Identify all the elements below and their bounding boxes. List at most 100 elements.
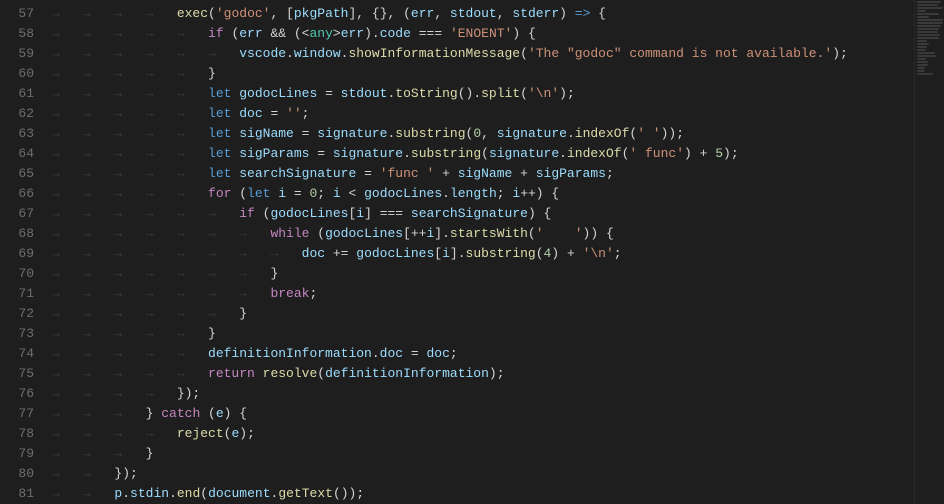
code-line[interactable]: → → → → → → → break; [52,284,914,304]
token-punc: ], {}, ( [348,4,410,24]
token-punc: === [411,24,450,44]
whitespace-indent: → → [52,464,114,484]
token-punc: . [442,184,450,204]
code-line[interactable]: → → → → → return resolve(definitionInfor… [52,364,914,384]
minimap-line [917,22,943,24]
code-line[interactable]: → → → → → let searchSignature = 'func ' … [52,164,914,184]
code-area[interactable]: → → → → exec('godoc', [pkgPath], {}, (er… [52,0,914,504]
token-var: doc [302,244,325,264]
token-kw: let [208,124,231,144]
code-line[interactable]: → → → → → → } [52,304,914,324]
code-line[interactable]: → → → → → if (err && (<any>err).code ===… [52,24,914,44]
whitespace-indent: → → → → → [52,104,208,124]
token-plain [231,84,239,104]
token-var: stdout [341,84,388,104]
token-kw-ret: catch [161,404,200,424]
line-number: 57 [0,4,52,24]
token-punc: ( [481,144,489,164]
line-number: 72 [0,304,52,324]
token-punc: ( [629,124,637,144]
token-kw-ret: if [208,24,224,44]
line-number: 60 [0,64,52,84]
token-punc: ( [466,124,474,144]
code-line[interactable]: → → → → → let godocLines = stdout.toStri… [52,84,914,104]
code-line[interactable]: → → → → → → → → doc += godocLines[i].sub… [52,244,914,264]
token-var: i [442,244,450,264]
minimap-line [917,4,938,6]
token-kw-ret: if [239,204,255,224]
minimap-line [917,67,925,69]
minimap-line [917,58,926,60]
line-number: 67 [0,204,52,224]
code-line[interactable]: → → → → reject(e); [52,424,914,444]
token-var: window [294,44,341,64]
code-editor[interactable]: 5758596061626364656667686970717273747576… [0,0,944,504]
code-line[interactable]: → → → → → let doc = ''; [52,104,914,124]
token-punc: ( [255,204,271,224]
token-punc: ; [450,344,458,364]
token-punc: ) { [512,24,535,44]
code-line[interactable]: → → p.stdin.end(document.getText()); [52,484,914,504]
token-punc: ( [224,424,232,444]
token-kw: let [208,144,231,164]
line-number: 63 [0,124,52,144]
minimap-line [917,10,926,12]
minimap[interactable] [914,0,944,504]
code-line[interactable]: → → → → → } [52,64,914,84]
line-number: 75 [0,364,52,384]
code-line[interactable]: → → → → → definitionInformation.doc = do… [52,344,914,364]
token-punc: }); [177,384,200,404]
minimap-line [917,19,943,21]
whitespace-indent: → → → → → → [52,204,239,224]
token-var: godocLines [239,84,317,104]
token-punc: . [567,124,575,144]
code-line[interactable]: → → → → → let sigParams = signature.subs… [52,144,914,164]
token-punc: ); [239,424,255,444]
token-punc: ) + [551,244,582,264]
token-fn: substring [411,144,481,164]
token-var: i [426,224,434,244]
code-line[interactable]: → → → } catch (e) { [52,404,914,424]
minimap-line [917,46,927,48]
token-str: 'The "godoc" command is not available.' [528,44,832,64]
code-line[interactable]: → → → → → → → while (godocLines[++i].sta… [52,224,914,244]
token-fn: reject [177,424,224,444]
token-punc: , [434,4,450,24]
whitespace-indent: → → → → → [52,124,208,144]
code-line[interactable]: → → → → → → → } [52,264,914,284]
token-kw: let [208,84,231,104]
token-kw-ret: return [208,364,255,384]
token-var: stderr [512,4,559,24]
token-plain [231,164,239,184]
whitespace-indent: → → → → → [52,84,208,104]
whitespace-indent: → → → [52,404,146,424]
token-var: document [208,484,270,504]
line-number: 73 [0,324,52,344]
token-var: doc [239,104,262,124]
code-line[interactable]: → → → → → } [52,324,914,344]
token-punc: > [333,24,341,44]
minimap-line [917,52,935,54]
whitespace-indent: → → → → [52,424,177,444]
line-number: 81 [0,484,52,504]
token-var: i [512,184,520,204]
token-var: searchSignature [239,164,356,184]
code-line[interactable]: → → → → exec('godoc', [pkgPath], {}, (er… [52,4,914,24]
minimap-line [917,40,927,42]
token-punc: ]. [434,224,450,244]
code-line[interactable]: → → → → }); [52,384,914,404]
minimap-line [917,55,937,57]
code-line[interactable]: → → → → → → vscode.window.showInformatio… [52,44,914,64]
code-line[interactable]: → → }); [52,464,914,484]
code-line[interactable]: → → → → → let sigName = signature.substr… [52,124,914,144]
token-var: doc [380,344,403,364]
token-fn: split [481,84,520,104]
token-var: godocLines [270,204,348,224]
code-line[interactable]: → → → } [52,444,914,464]
token-punc: . [372,344,380,364]
code-line[interactable]: → → → → → → if (godocLines[i] === search… [52,204,914,224]
token-punc: + [434,164,457,184]
token-punc: ); [559,84,575,104]
code-line[interactable]: → → → → → for (let i = 0; i < godocLines… [52,184,914,204]
token-var: godocLines [364,184,442,204]
